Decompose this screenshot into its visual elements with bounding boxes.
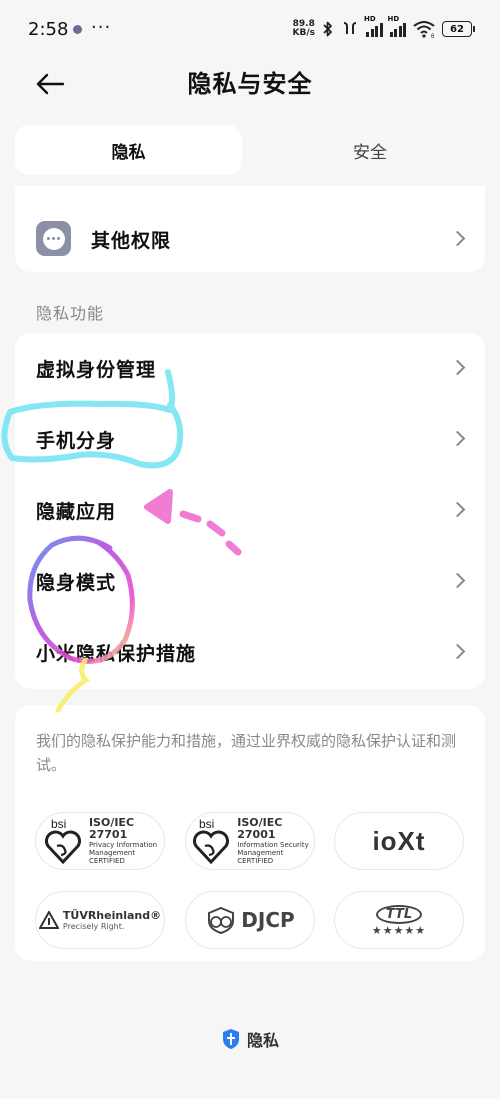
more-notifications-icon: ···	[91, 17, 112, 38]
bsi-1-certified: CERTIFIED	[88, 857, 125, 865]
bsi-kitemark-icon: bsi	[193, 818, 230, 864]
djcp-shield-icon	[208, 906, 235, 934]
more-dots-icon	[36, 221, 71, 256]
djcp-badge: DJCP	[185, 891, 315, 949]
bsi-2-desc-1: Information Security	[237, 841, 309, 849]
feature-row-second-space[interactable]: 手机分身	[15, 406, 485, 472]
signal-hd-tag-2: HD	[387, 15, 400, 23]
feature-row-virtual-identity[interactable]: 虚拟身份管理	[15, 335, 485, 401]
other-permissions-card: 其他权限	[15, 186, 485, 272]
battery-level: 62	[450, 23, 464, 35]
battery-icon: 62	[442, 21, 475, 37]
bluetooth-icon	[323, 21, 332, 37]
page-title: 隐私与安全	[187, 70, 313, 98]
signal-strength-icon-1: HD	[364, 15, 383, 37]
wifi-tag: 6	[431, 34, 435, 38]
notification-app-icon	[73, 25, 82, 34]
wifi-icon: 6	[413, 21, 435, 38]
ttl-badge: TTL ★★★★★	[334, 891, 464, 949]
chevron-right-icon	[449, 230, 466, 247]
chevron-right-icon	[449, 501, 466, 518]
feature-label: 虚拟身份管理	[36, 358, 157, 381]
feature-label: 隐身模式	[36, 571, 117, 594]
bsi-1-number: 27701	[88, 828, 128, 841]
back-button[interactable]	[30, 66, 70, 102]
djcp-label: DJCP	[241, 908, 295, 932]
footer-brand: 隐私	[0, 1024, 500, 1054]
network-speed: 89.8 KB/s	[293, 20, 315, 38]
network-speed-unit: KB/s	[292, 28, 315, 38]
signal-hd-tag-1: HD	[364, 15, 376, 23]
section-title: 隐私功能	[36, 304, 105, 323]
ttl-logo: TTL	[375, 905, 423, 924]
bsi-brand: bsi	[199, 818, 214, 831]
tuv-triangle-icon	[38, 911, 59, 929]
status-bar: 2:58 ··· 89.8 KB/s HD HD 6 62	[0, 0, 500, 58]
bsi-27701-badge: bsi ISO/IEC 27701 Privacy Information Ma…	[35, 812, 165, 870]
tab-privacy[interactable]: 隐私	[15, 125, 242, 175]
tuv-tagline: Precisely Right.	[62, 922, 125, 931]
bsi-1-desc-2: Management	[88, 849, 136, 857]
other-permissions-label: 其他权限	[91, 229, 172, 252]
back-arrow-icon	[36, 73, 65, 95]
bsi-27001-badge: bsi ISO/IEC 27001 Information Security M…	[185, 812, 315, 870]
bsi-1-desc-1: Privacy Information	[88, 841, 158, 849]
certification-card: 我们的隐私保护能力和措施，通过业界权威的隐私保护认证和测试。 bsi ISO/I…	[15, 705, 485, 961]
chevron-right-icon	[449, 643, 466, 660]
tuv-rheinland-badge: TÜVRheinland® Precisely Right.	[35, 891, 165, 949]
bsi-brand: bsi	[51, 818, 66, 831]
ttl-stars: ★★★★★	[371, 924, 427, 937]
other-permissions-row[interactable]: 其他权限	[15, 206, 485, 272]
bsi-2-certified: CERTIFIED	[237, 857, 274, 865]
signal-strength-icon-2: HD	[388, 15, 406, 37]
bsi-2-number: 27001	[237, 828, 276, 841]
status-icons: 89.8 KB/s HD HD 6 62	[293, 15, 475, 40]
feature-label: 小米隐私保护措施	[36, 642, 197, 665]
earbuds-icon	[343, 22, 357, 34]
feature-row-incognito-mode[interactable]: 隐身模式	[15, 548, 485, 614]
ioxt-logo: ioXt	[372, 825, 426, 856]
chevron-right-icon	[449, 430, 466, 447]
feature-row-hidden-apps[interactable]: 隐藏应用	[15, 477, 485, 543]
bsi-2-desc-2: Management	[237, 849, 284, 857]
tab-bar: 隐私 安全	[15, 125, 485, 177]
privacy-features-card: 虚拟身份管理 手机分身 隐藏应用 隐身模式 小米隐私保护措施	[15, 333, 485, 689]
ioxt-badge: ioXt	[334, 812, 464, 870]
tab-security[interactable]: 安全	[255, 125, 485, 175]
bsi-kitemark-icon: bsi	[44, 818, 81, 864]
privacy-shield-icon	[222, 1029, 239, 1049]
certification-description: 我们的隐私保护能力和措施，通过业界权威的隐私保护认证和测试。	[36, 732, 457, 774]
feature-row-privacy-measures[interactable]: 小米隐私保护措施	[15, 619, 485, 685]
tuv-name: TÜVRheinland®	[62, 909, 162, 922]
feature-label: 隐藏应用	[36, 500, 117, 523]
feature-label: 手机分身	[36, 429, 117, 452]
chevron-right-icon	[449, 359, 466, 376]
chevron-right-icon	[449, 572, 466, 589]
status-time: 2:58	[28, 19, 69, 40]
footer-label: 隐私	[246, 1031, 279, 1050]
